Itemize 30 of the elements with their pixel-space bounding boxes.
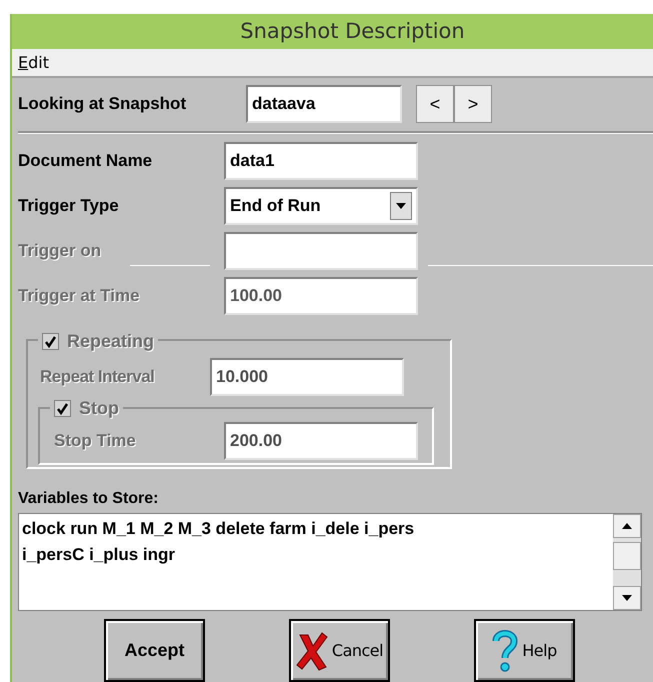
- field-label: Trigger at Time: [18, 285, 141, 308]
- field-label: Document Name: [18, 150, 154, 172]
- field-label: Looking at Snapshot: [18, 93, 188, 116]
- input-field[interactable]: data1: [224, 142, 418, 180]
- cancel-x-icon: [296, 630, 328, 670]
- help-button[interactable]: Help: [474, 619, 575, 682]
- accept-button[interactable]: Accept: [104, 619, 205, 682]
- field-label: Repeat Interval: [40, 366, 156, 388]
- next-button[interactable]: >: [454, 85, 492, 123]
- menu-item[interactable]: Edit: [18, 50, 49, 75]
- checkbox-label: Stop: [79, 397, 119, 420]
- field-label: Stop Time: [54, 430, 137, 452]
- check-icon: [56, 402, 69, 415]
- dropdown-arrow-icon: [396, 203, 406, 209]
- field-label: Trigger Type: [18, 195, 120, 218]
- snapshot-field[interactable]: dataava: [246, 85, 402, 123]
- title-bar: Snapshot Description: [12, 14, 653, 50]
- question-mark-icon: [492, 628, 518, 672]
- field-label: Variables to Store:: [18, 489, 160, 509]
- input-field[interactable]: [224, 232, 418, 270]
- down-arrow-icon: [622, 595, 632, 601]
- field-label: Trigger on: [18, 240, 102, 262]
- checkbox-label: Repeating: [67, 330, 154, 353]
- previous-button[interactable]: <: [416, 85, 454, 123]
- up-arrow-icon: [622, 523, 632, 529]
- scrollbar[interactable]: [613, 514, 641, 610]
- text-area[interactable]: clock run M_1 M_2 M_3 delete farm i_dele i_pers i_persC i_plus ingr: [19, 514, 613, 610]
- cancel-button[interactable]: Cancel: [289, 619, 390, 682]
- check-icon: [44, 335, 57, 348]
- trigger-type-dropdown[interactable]: End of Run: [224, 187, 418, 225]
